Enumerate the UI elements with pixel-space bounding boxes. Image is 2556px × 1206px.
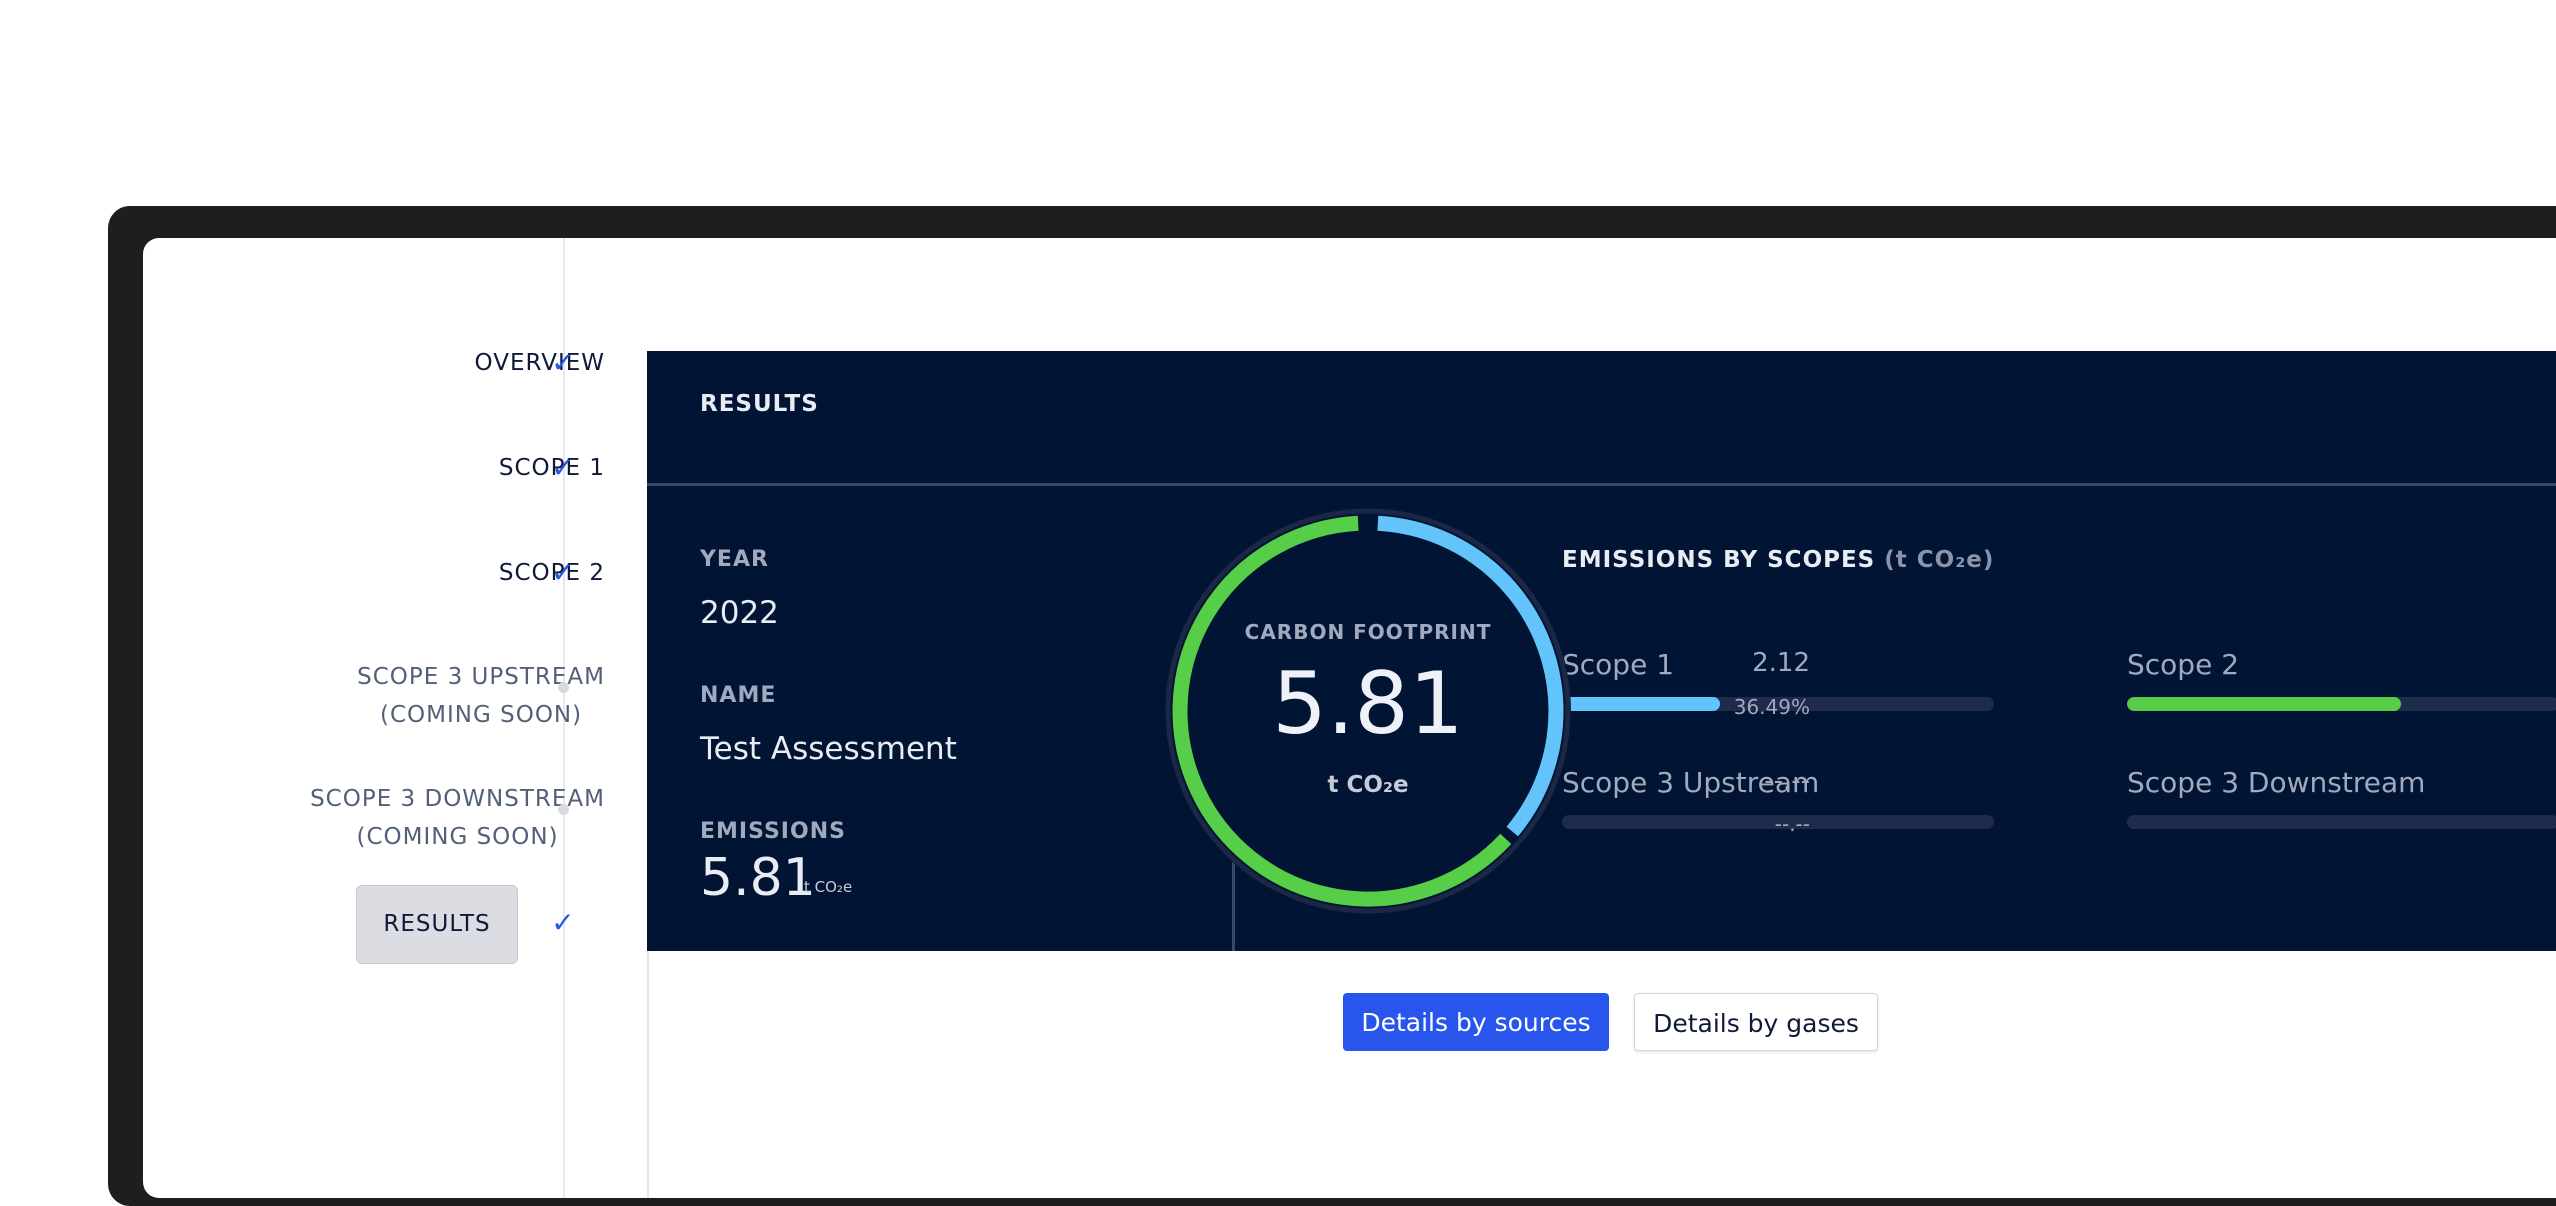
scope-3-downstream-name: Scope 3 Downstream xyxy=(2127,766,2426,799)
app-screen: OVERVIEW ✓ SCOPE 1 ✓ SCOPE 2 ✓ SCOPE 3 U… xyxy=(143,238,2556,1198)
scope-1-value: 2.12 xyxy=(1752,648,1810,678)
carbon-footprint-label: CARBON FOOTPRINT xyxy=(1244,620,1492,644)
step-results[interactable]: RESULTS xyxy=(356,885,518,964)
scope-1-name: Scope 1 xyxy=(1562,648,1675,681)
details-by-sources-button[interactable]: Details by sources xyxy=(1343,993,1609,1051)
step-overview[interactable]: OVERVIEW xyxy=(475,344,605,382)
scope-3-upstream-value: --.-- xyxy=(1764,766,1810,796)
divider xyxy=(647,483,2556,486)
name-label: NAME xyxy=(700,683,777,708)
scope-3-downstream-bar xyxy=(2127,815,2556,829)
carbon-footprint-unit: t CO₂e xyxy=(1327,772,1409,798)
details-by-gases-button[interactable]: Details by gases xyxy=(1634,993,1878,1051)
step-label: RESULTS xyxy=(383,911,491,937)
section-unit: (t CO₂e) xyxy=(1884,547,1995,573)
emissions-by-scopes-title: EMISSIONS BY SCOPES (t CO₂e) xyxy=(1562,547,1994,573)
scope-2-name: Scope 2 xyxy=(2127,648,2240,681)
scope-3-upstream-percent: --.-- xyxy=(1774,812,1810,836)
step-sublabel: (COMING SOON) xyxy=(380,702,583,728)
step-scope-3-downstream: SCOPE 3 DOWNSTREAM (COMING SOON) xyxy=(310,780,605,856)
scope-1-percent: 36.49% xyxy=(1733,695,1810,719)
scope-2-bar-fill xyxy=(2127,697,2402,711)
check-icon: ✓ xyxy=(551,451,575,484)
check-icon: ✓ xyxy=(551,906,575,939)
details-card xyxy=(647,951,2556,1198)
check-icon: ✓ xyxy=(551,556,575,589)
scope-2-bar xyxy=(2127,697,2556,711)
panel-title: RESULTS xyxy=(700,391,819,417)
step-sublabel: (COMING SOON) xyxy=(356,824,559,850)
section-title: EMISSIONS BY SCOPES xyxy=(1562,547,1876,573)
step-dot xyxy=(558,804,569,815)
donut-center: CARBON FOOTPRINT 5.81 t CO₂e xyxy=(1163,506,1573,916)
year-value: 2022 xyxy=(700,595,779,631)
carbon-footprint-value: 5.81 xyxy=(1272,654,1464,754)
step-scope-3-upstream: SCOPE 3 UPSTREAM (COMING SOON) xyxy=(357,658,605,734)
results-panel: RESULTS YEAR 2022 NAME Test Assessment E… xyxy=(647,351,2556,951)
emissions-unit: t CO₂e xyxy=(804,878,853,896)
emissions-value: 5.81 xyxy=(700,848,816,908)
check-icon: ✓ xyxy=(551,346,575,379)
emissions-label: EMISSIONS xyxy=(700,819,846,844)
year-label: YEAR xyxy=(700,547,769,572)
name-value: Test Assessment xyxy=(700,731,957,767)
step-dot xyxy=(558,682,569,693)
